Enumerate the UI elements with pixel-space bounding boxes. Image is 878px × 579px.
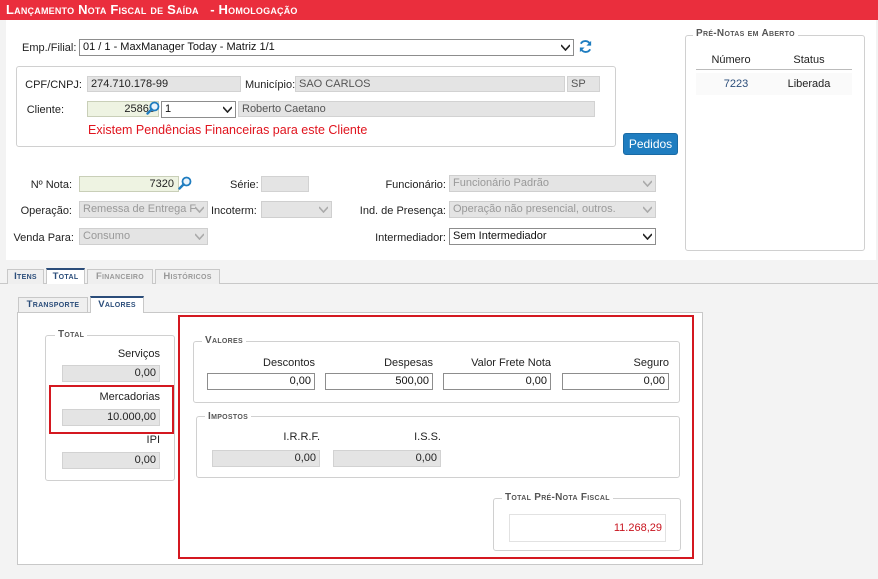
incoterm-select: [261, 201, 332, 218]
mercadorias-highlight: [49, 385, 174, 434]
iss-label: I.S.S.: [414, 431, 441, 443]
pre-notas-title: Pré-Notas em Aberto: [693, 28, 798, 39]
window-title-bar: Lançamento Nota Fiscal de Saída - Homolo…: [0, 0, 878, 20]
valores-groupbox: [193, 341, 680, 403]
cliente-name-field: Roberto Caetano: [238, 101, 595, 117]
ipi-field: 0,00: [62, 452, 160, 469]
intermediador-label: Intermediador:: [375, 232, 446, 244]
emp-filial-value: 01 / 1 - MaxManager Today - Matriz 1/1: [83, 41, 275, 53]
chevron-down-icon: [195, 233, 204, 240]
column-header-numero: Número: [711, 54, 751, 66]
servicos-label: Serviços: [117, 348, 160, 360]
total-pre-nota-legend: Total Pré-Nota Fiscal: [502, 492, 613, 503]
venda-para-value: Consumo: [83, 230, 131, 242]
environment-label: - Homologação: [210, 2, 298, 17]
descontos-label: Descontos: [263, 357, 315, 369]
pre-notas-header: Número Status: [696, 50, 852, 70]
nota-field[interactable]: 7320: [79, 176, 179, 192]
ipi-label: IPI: [146, 434, 160, 446]
incoterm-label: Incoterm:: [211, 205, 257, 217]
frete-input[interactable]: 0,00: [443, 373, 551, 390]
total-pre-nota-value: 11.268,29: [509, 514, 666, 542]
cell-status: Liberada: [787, 78, 831, 90]
cpf-cnpj-label: CPF/CNPJ:: [25, 79, 82, 91]
chevron-down-icon: [643, 180, 652, 187]
serie-field: [261, 176, 309, 192]
cliente-seq-value: 1: [165, 103, 172, 115]
municipio-label: Município:: [245, 79, 296, 91]
cliente-seq-select[interactable]: 1: [161, 101, 236, 118]
ind-presenca-label: Ind. de Presença:: [359, 205, 446, 217]
tab-total[interactable]: Total: [46, 268, 85, 284]
tab-transporte[interactable]: Transporte: [18, 297, 88, 312]
irrf-label: I.R.R.F.: [283, 431, 320, 443]
page-title: Lançamento Nota Fiscal de Saída: [6, 2, 199, 17]
despesas-input[interactable]: 500,00: [325, 373, 433, 390]
chevron-down-icon: [643, 206, 652, 213]
tab-valores[interactable]: Valores: [90, 296, 144, 313]
ind-presenca-value: Operação não presencial, outros.: [453, 203, 616, 215]
frete-label: Valor Frete Nota: [471, 357, 551, 369]
impostos-legend: Impostos: [205, 411, 252, 422]
emp-filial-select[interactable]: 01 / 1 - MaxManager Today - Matriz 1/1: [79, 39, 574, 56]
operacao-value: Remessa de Entrega F: [83, 203, 197, 215]
cell-numero[interactable]: 7223: [706, 78, 766, 90]
chevron-down-icon: [561, 44, 570, 51]
column-header-status: Status: [793, 54, 825, 66]
tab-itens[interactable]: Itens: [7, 269, 44, 284]
chevron-down-icon: [319, 206, 328, 213]
search-icon[interactable]: [146, 101, 160, 115]
iss-field: 0,00: [333, 450, 441, 467]
operacao-select: Remessa de Entrega F: [79, 201, 208, 218]
servicos-field: 0,00: [62, 365, 160, 382]
financial-warning: Existem Pendências Financeiras para este…: [88, 123, 368, 137]
nota-label: Nº Nota:: [30, 179, 72, 191]
funcionario-select: Funcionário Padrão: [449, 175, 656, 192]
tab-historicos[interactable]: Históricos: [155, 269, 220, 284]
intermediador-value: Sem Intermediador: [453, 230, 547, 242]
total-legend: Total: [55, 329, 88, 340]
venda-para-label: Venda Para:: [13, 232, 74, 244]
refresh-icon[interactable]: [578, 39, 593, 54]
intermediador-select[interactable]: Sem Intermediador: [449, 228, 656, 245]
tab-financeiro[interactable]: Financeiro: [87, 269, 153, 284]
uf-field: SP: [567, 76, 600, 92]
table-row[interactable]: 7223 Liberada: [696, 73, 852, 95]
irrf-field: 0,00: [212, 450, 320, 467]
ind-presenca-select: Operação não presencial, outros.: [449, 201, 656, 218]
search-icon[interactable]: [178, 176, 192, 190]
chevron-down-icon: [223, 106, 232, 113]
seguro-label: Seguro: [633, 357, 669, 369]
chevron-down-icon: [643, 233, 652, 240]
seguro-input[interactable]: 0,00: [562, 373, 669, 390]
cliente-label: Cliente:: [26, 104, 64, 116]
funcionario-label: Funcionário:: [385, 179, 446, 191]
cpf-cnpj-field: 274.710.178-99: [87, 76, 241, 92]
descontos-input[interactable]: 0,00: [207, 373, 315, 390]
impostos-groupbox: [196, 416, 680, 478]
funcionario-value: Funcionário Padrão: [453, 177, 550, 189]
municipio-field: SAO CARLOS: [295, 76, 565, 92]
operacao-label: Operação:: [20, 205, 72, 217]
despesas-label: Despesas: [384, 357, 433, 369]
chevron-down-icon: [195, 206, 204, 213]
valores-legend: Valores: [202, 335, 246, 346]
emp-filial-label: Emp./Filial:: [22, 42, 77, 54]
pedidos-button[interactable]: Pedidos: [623, 133, 678, 155]
serie-label: Série:: [230, 179, 259, 191]
venda-para-select: Consumo: [79, 228, 208, 245]
